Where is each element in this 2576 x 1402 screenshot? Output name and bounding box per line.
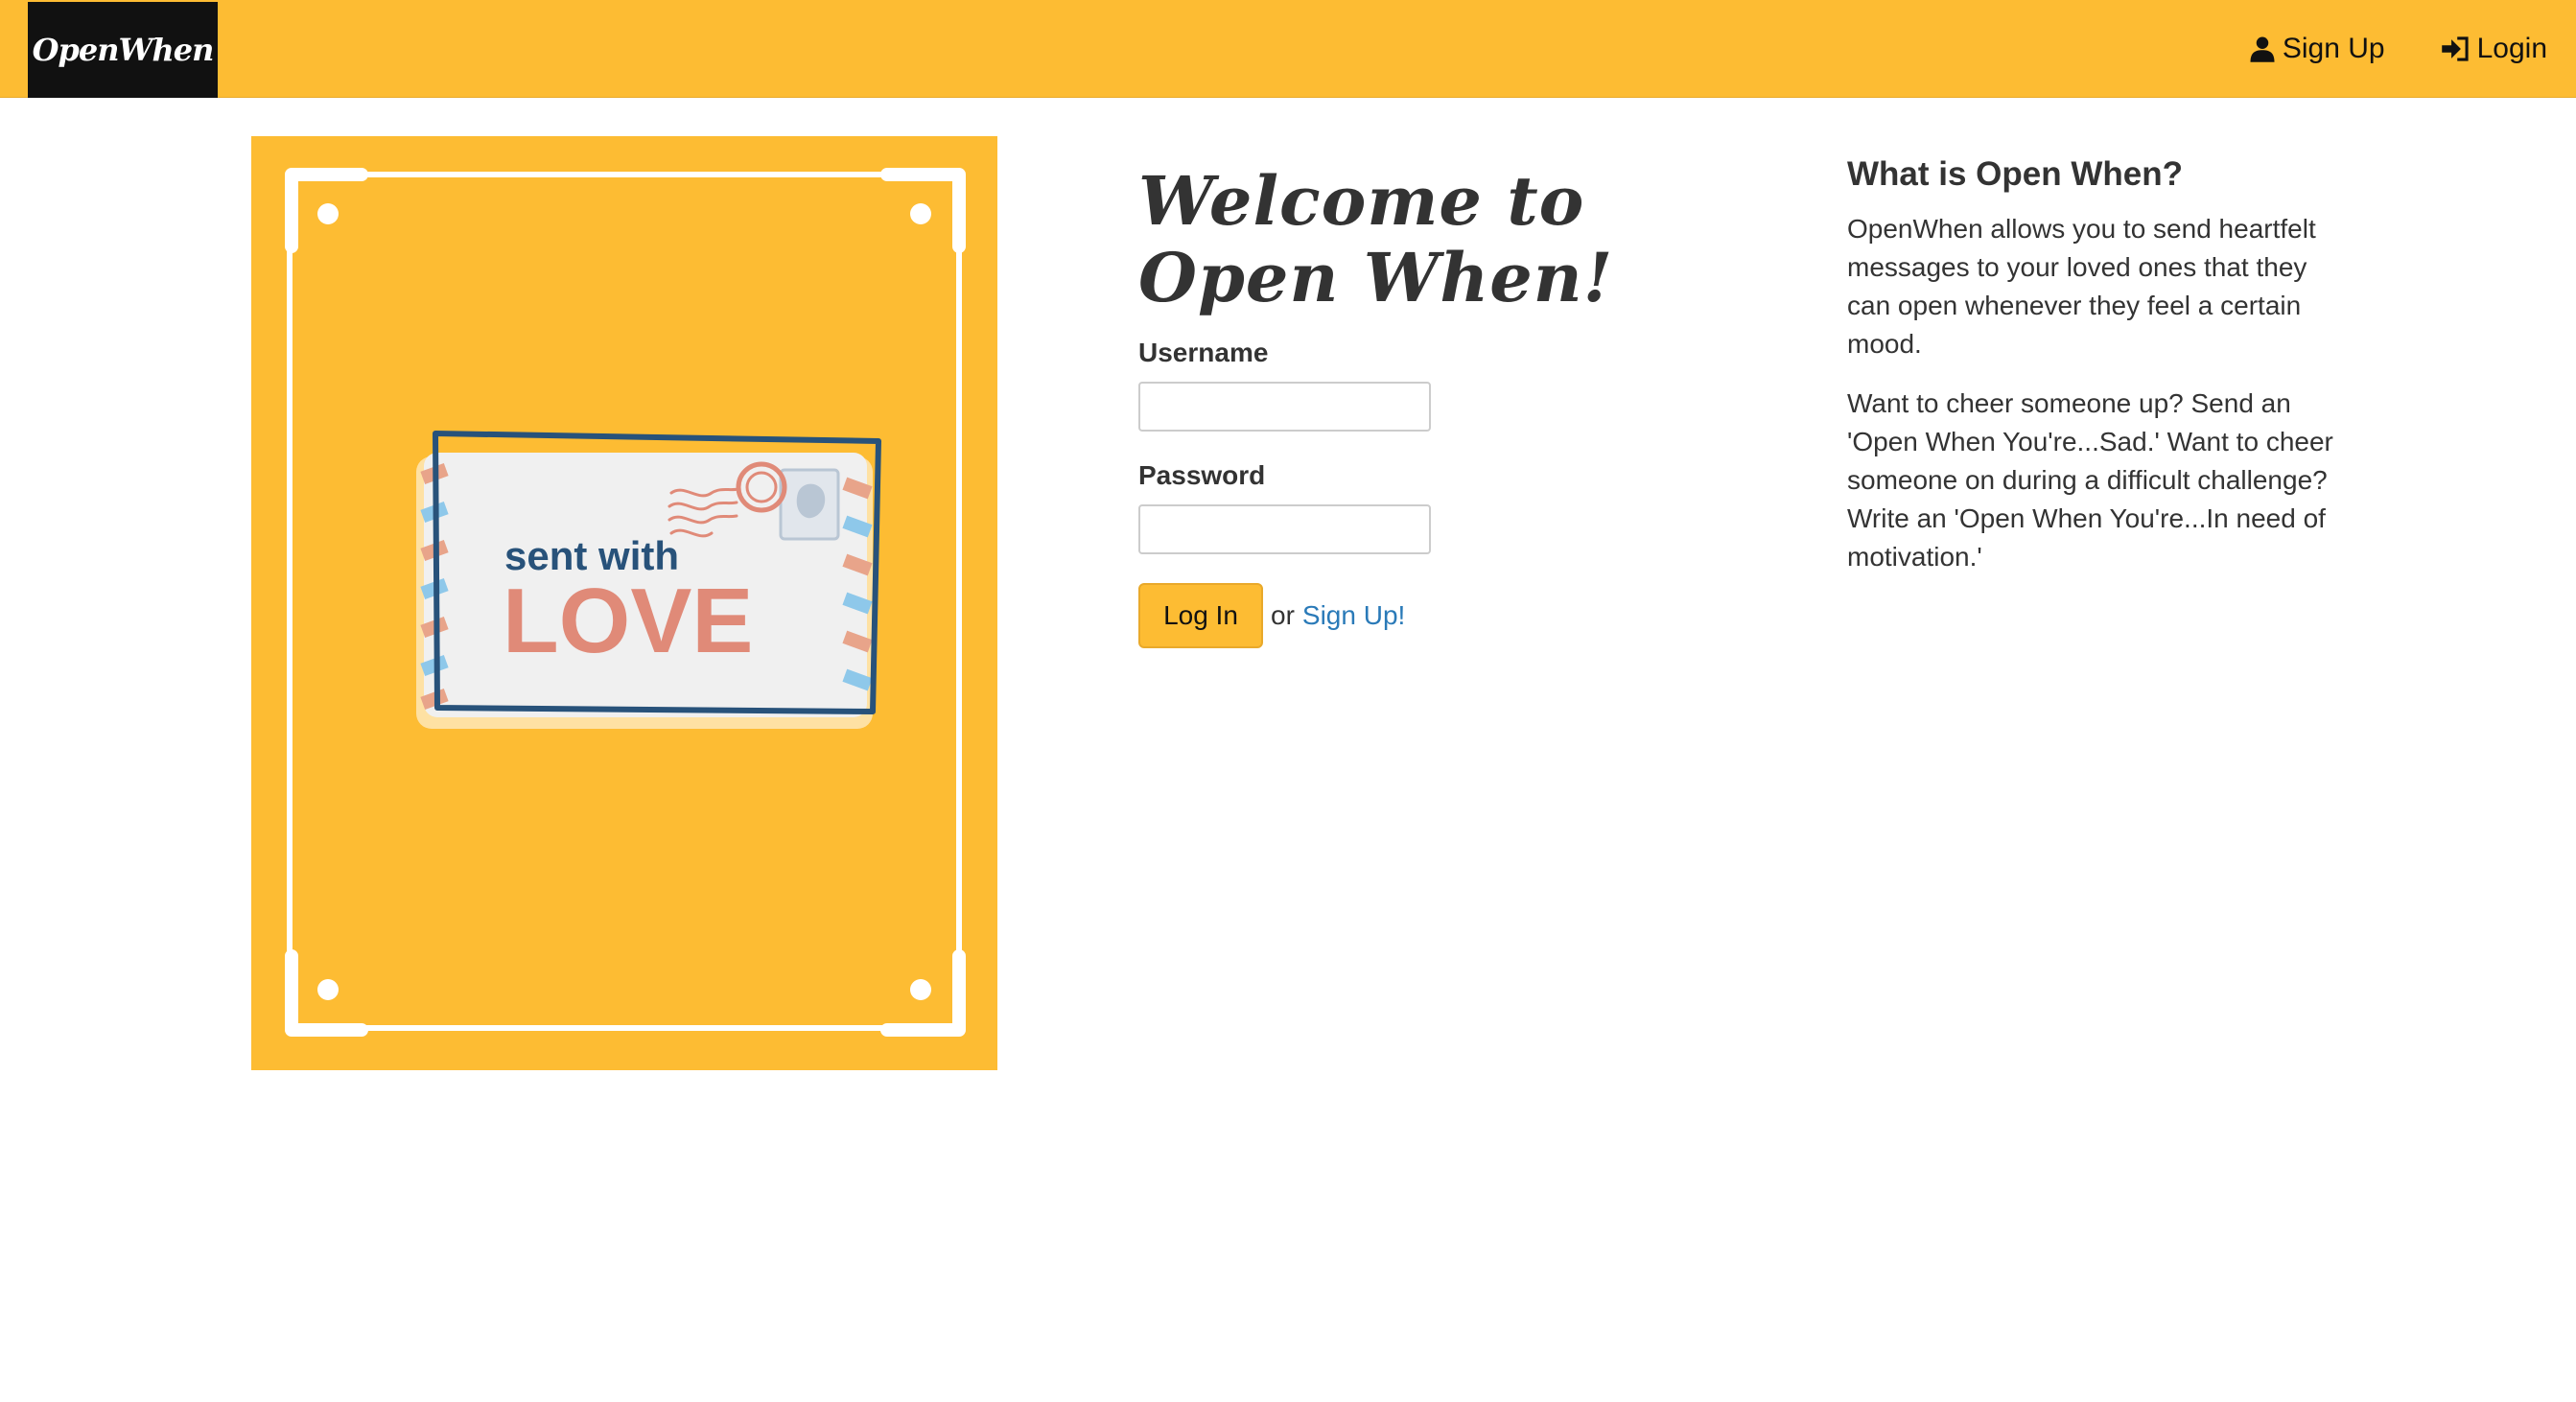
- password-input[interactable]: [1138, 504, 1431, 554]
- about-paragraph: Want to cheer someone up? Send an 'Open …: [1847, 388, 2333, 572]
- nav-login-label: Login: [2476, 33, 2547, 64]
- nav-links: Sign Up Login: [2192, 0, 2547, 98]
- about-section: What is Open When? OpenWhen allows you t…: [1847, 151, 2346, 597]
- brand-logo[interactable]: OpenWhen: [28, 2, 218, 98]
- log-in-button[interactable]: Log In: [1138, 583, 1263, 648]
- username-input[interactable]: [1138, 382, 1431, 432]
- about-title: What is Open When?: [1847, 155, 2183, 193]
- user-icon: [2250, 36, 2275, 62]
- sign-in-icon: [2441, 36, 2469, 61]
- page-title: Welcome to Open When!: [1138, 161, 1614, 317]
- signup-link[interactable]: Sign Up!: [1302, 600, 1405, 631]
- envelope-stamp-illustration: sent with LOVE: [251, 136, 997, 1070]
- hero-caption-large: LOVE: [503, 570, 753, 672]
- nav-login-link[interactable]: Login: [2441, 33, 2547, 65]
- top-navbar: OpenWhen Sign Up Login: [0, 0, 2576, 98]
- about-paragraph: OpenWhen allows you to send heartfelt me…: [1847, 214, 2316, 359]
- nav-signup-link[interactable]: Sign Up: [2248, 33, 2385, 65]
- login-form: Username Password Log In or Sign Up!: [1138, 338, 1752, 648]
- nav-signup-label: Sign Up: [2282, 33, 2385, 64]
- or-text: or: [1271, 600, 1295, 630]
- password-label: Password: [1138, 460, 1266, 490]
- username-label: Username: [1138, 338, 1269, 367]
- login-actions: Log In or Sign Up!: [1138, 583, 1752, 648]
- login-section: Welcome to Open When! Username Password …: [1138, 163, 1752, 648]
